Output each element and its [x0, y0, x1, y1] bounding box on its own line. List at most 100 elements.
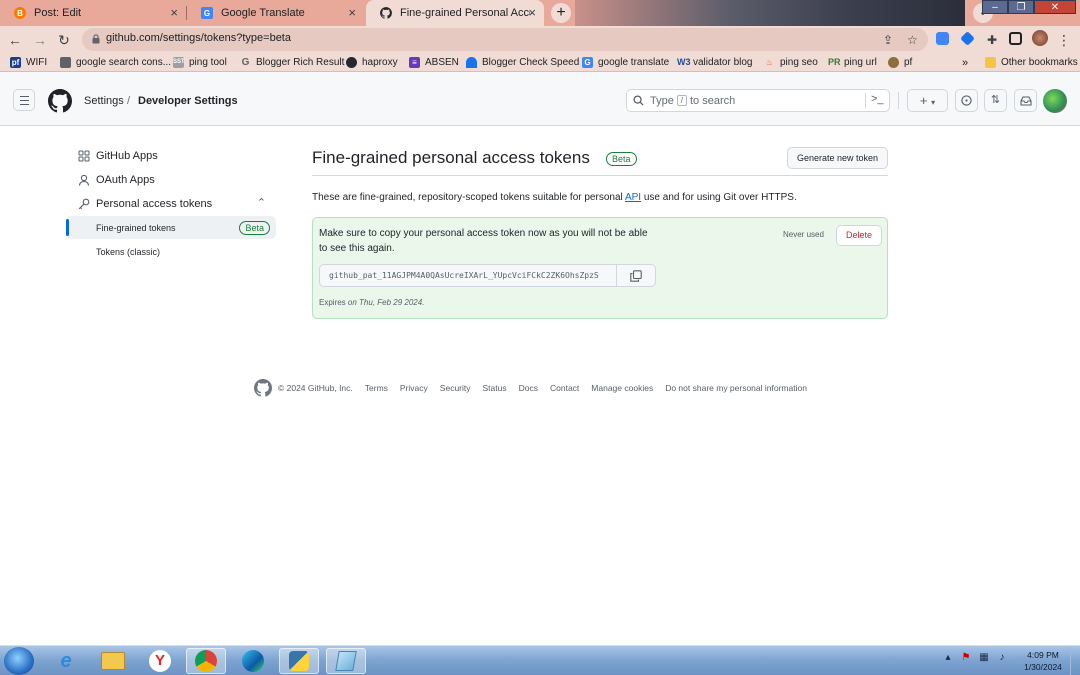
search-console-icon: [60, 57, 71, 68]
close-icon[interactable]: ×: [170, 6, 178, 19]
profile-avatar[interactable]: [1032, 30, 1048, 46]
edge-icon[interactable]: [233, 648, 273, 674]
bookmark-item[interactable]: W3 validator blog: [677, 55, 752, 70]
bookmark-item[interactable]: G Blogger Rich Result: [240, 55, 345, 70]
github-logo-icon[interactable]: [254, 379, 272, 397]
volume-icon[interactable]: ♪: [996, 652, 1008, 664]
bookmarks-overflow-button[interactable]: »: [962, 55, 968, 70]
chrome-icon[interactable]: [186, 648, 226, 674]
share-icon[interactable]: ⇪: [883, 33, 893, 47]
expires-prefix: Expires: [319, 298, 346, 307]
yandex-icon[interactable]: Y: [140, 648, 180, 674]
bookmark-item[interactable]: ≡ ABSEN: [409, 55, 459, 70]
footer-link-contact[interactable]: Contact: [550, 383, 579, 393]
footer-link-status[interactable]: Status: [483, 383, 507, 393]
bookmark-item[interactable]: google search cons...: [60, 55, 171, 70]
create-new-button[interactable]: + ▾: [907, 89, 948, 112]
file-explorer-icon[interactable]: [93, 648, 133, 674]
sidebar-item-fine-grained-tokens[interactable]: Fine-grained tokens Beta: [66, 216, 276, 239]
window-close-icon[interactable]: ✕: [1034, 0, 1076, 14]
pf-round-icon: [888, 57, 899, 68]
back-arrow-icon[interactable]: ←: [6, 31, 24, 49]
minimize-icon[interactable]: –: [982, 0, 1008, 14]
footer-link-privacy[interactable]: Privacy: [400, 383, 428, 393]
person-icon: [78, 174, 90, 186]
sidebar-item-personal-access-tokens[interactable]: Personal access tokens ⌃: [66, 192, 276, 215]
breadcrumb-settings[interactable]: Settings: [84, 95, 124, 107]
windows-taskbar: e Y ▴ ⚑ ▦ ♪ 4:09 PM 1/30/2024: [0, 645, 1080, 675]
pull-requests-button[interactable]: ⇅: [984, 89, 1007, 112]
network-icon[interactable]: ▦: [978, 652, 990, 664]
search-suffix: to search: [689, 95, 736, 107]
bookmark-item[interactable]: haproxy: [346, 55, 398, 70]
delete-button[interactable]: Delete: [836, 225, 882, 246]
restore-icon[interactable]: ❐: [1008, 0, 1034, 14]
bookmarks-bar: pf WIFI google search cons... SST ping too…: [0, 53, 1080, 72]
tab-google-translate[interactable]: G Google Translate ×: [187, 0, 364, 26]
footer-link-security[interactable]: Security: [440, 383, 471, 393]
footer-link-do-not-share[interactable]: Do not share my personal information: [665, 383, 807, 393]
bookmark-star-icon[interactable]: ☆: [907, 33, 918, 47]
form-icon: ≡: [409, 57, 420, 68]
api-link[interactable]: API: [625, 192, 641, 203]
bookmark-item[interactable]: pf WIFI: [10, 55, 47, 70]
sidebar-item-oauth-apps[interactable]: OAuth Apps: [66, 168, 276, 191]
new-tab-button[interactable]: +: [551, 3, 571, 23]
address-bar[interactable]: github.com/settings/tokens?type=beta ⇪ ☆: [82, 28, 928, 51]
close-icon[interactable]: ×: [348, 6, 356, 19]
hamburger-menu-button[interactable]: [13, 89, 35, 111]
bookmark-label: ping seo: [780, 57, 818, 68]
breadcrumb-developer-settings[interactable]: Developer Settings: [138, 95, 238, 107]
sidebar-item-tokens-classic[interactable]: Tokens (classic): [66, 240, 276, 263]
browser-menu-icon[interactable]: ⋮: [1055, 31, 1073, 49]
pf-icon: pf: [10, 57, 21, 68]
start-button[interactable]: [4, 647, 34, 675]
close-icon[interactable]: ×: [528, 6, 536, 19]
bookmark-item[interactable]: ♨ ping seo: [764, 55, 818, 70]
generate-new-token-button[interactable]: Generate new token: [787, 147, 888, 169]
speed-icon: [466, 57, 477, 68]
bookmark-label: WIFI: [26, 57, 48, 68]
bookmark-item[interactable]: pf: [888, 55, 912, 70]
footer-link-manage-cookies[interactable]: Manage cookies: [591, 383, 653, 393]
token-value-field[interactable]: github_pat_11AGJPM4A0QAsUcreIXArL_YUpcVc…: [319, 264, 617, 287]
internet-explorer-icon[interactable]: e: [46, 648, 86, 674]
github-logo-icon[interactable]: [48, 89, 72, 113]
show-hidden-icons-icon[interactable]: ▴: [942, 652, 954, 664]
command-palette-icon[interactable]: >_: [871, 93, 884, 105]
chevron-up-icon[interactable]: ⌃: [257, 196, 266, 209]
action-center-flag-icon[interactable]: ⚑: [960, 652, 972, 664]
bookmark-item[interactable]: Blogger Check Speed: [466, 55, 579, 70]
extensions-puzzle-icon[interactable]: ✚: [983, 31, 1001, 49]
search-input[interactable]: Type / to search >_: [626, 89, 890, 112]
tab-post-edit[interactable]: B Post: Edit ×: [0, 0, 186, 26]
clock-date: 1/30/2024: [1024, 662, 1062, 672]
user-avatar[interactable]: [1043, 89, 1067, 113]
footer-link-docs[interactable]: Docs: [519, 383, 538, 393]
footer-link-terms[interactable]: Terms: [365, 383, 388, 393]
tag-extension-icon[interactable]: [960, 31, 975, 46]
page-description: These are fine-grained, repository-scope…: [312, 192, 797, 203]
google-translate-icon: G: [201, 7, 213, 19]
sidebar-item-label: Personal access tokens: [96, 197, 213, 210]
folder-icon: [985, 57, 996, 68]
bookmark-item[interactable]: PR ping url: [828, 55, 877, 70]
sidebar-item-github-apps[interactable]: GitHub Apps: [66, 144, 276, 167]
python-icon[interactable]: [279, 648, 319, 674]
issues-button[interactable]: [955, 89, 978, 112]
tab-fine-grained-tokens[interactable]: Fine-grained Personal Access Tok ×: [366, 0, 544, 26]
taskbar-clock[interactable]: 4:09 PM 1/30/2024: [1022, 649, 1064, 673]
copy-token-button[interactable]: [616, 264, 656, 287]
new-token-flash: Make sure to copy your personal access t…: [312, 217, 888, 319]
bookmark-item[interactable]: SST ping tool: [173, 55, 227, 70]
notifications-button[interactable]: [1014, 89, 1037, 112]
translate-extension-icon[interactable]: [936, 32, 949, 45]
notepad-icon[interactable]: [326, 648, 366, 674]
forward-arrow-icon[interactable]: →: [31, 31, 49, 49]
token-expiration: Expires on Thu, Feb 29 2024.: [319, 298, 424, 307]
side-panel-icon[interactable]: [1009, 32, 1022, 45]
show-desktop-button[interactable]: [1070, 646, 1080, 675]
other-bookmarks[interactable]: Other bookmarks: [985, 55, 1078, 70]
reload-icon[interactable]: ↻: [55, 31, 73, 49]
bookmark-item[interactable]: Ggoogle translate: [582, 55, 669, 70]
